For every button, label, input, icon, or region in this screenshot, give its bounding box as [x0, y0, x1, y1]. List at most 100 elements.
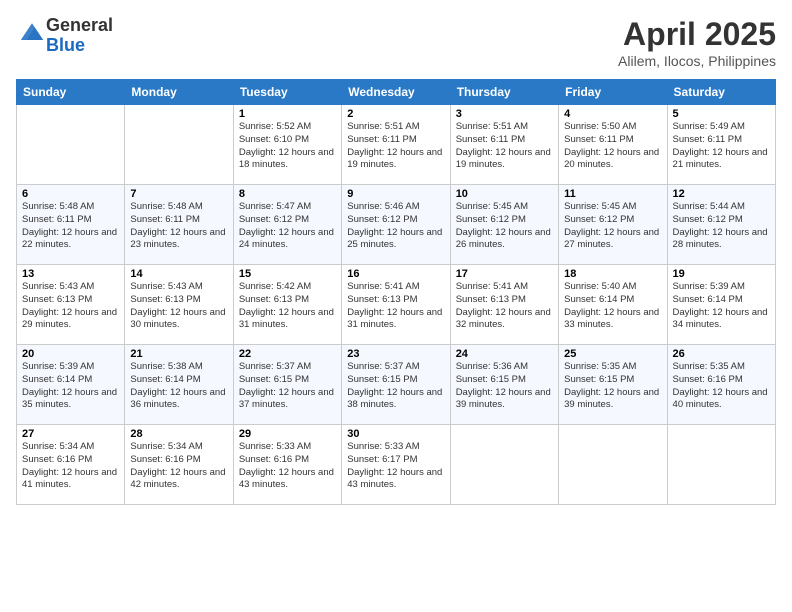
calendar-cell: 22Sunrise: 5:37 AMSunset: 6:15 PMDayligh…: [233, 345, 341, 425]
day-number: 3: [456, 108, 553, 120]
day-number: 14: [130, 268, 227, 280]
day-number: 15: [239, 268, 336, 280]
day-info: Sunrise: 5:45 AMSunset: 6:12 PMDaylight:…: [456, 201, 553, 252]
calendar-cell: 27Sunrise: 5:34 AMSunset: 6:16 PMDayligh…: [17, 425, 125, 505]
day-info: Sunrise: 5:43 AMSunset: 6:13 PMDaylight:…: [22, 281, 119, 332]
day-info: Sunrise: 5:38 AMSunset: 6:14 PMDaylight:…: [130, 361, 227, 412]
day-info: Sunrise: 5:34 AMSunset: 6:16 PMDaylight:…: [130, 441, 227, 492]
day-info: Sunrise: 5:51 AMSunset: 6:11 PMDaylight:…: [347, 121, 444, 172]
logo: General Blue: [16, 16, 113, 56]
day-info: Sunrise: 5:41 AMSunset: 6:13 PMDaylight:…: [347, 281, 444, 332]
day-info: Sunrise: 5:39 AMSunset: 6:14 PMDaylight:…: [22, 361, 119, 412]
week-row-1: 1Sunrise: 5:52 AMSunset: 6:10 PMDaylight…: [17, 105, 776, 185]
week-row-3: 13Sunrise: 5:43 AMSunset: 6:13 PMDayligh…: [17, 265, 776, 345]
calendar-cell: 18Sunrise: 5:40 AMSunset: 6:14 PMDayligh…: [559, 265, 667, 345]
day-number: 2: [347, 108, 444, 120]
col-friday: Friday: [559, 80, 667, 105]
day-number: 1: [239, 108, 336, 120]
col-tuesday: Tuesday: [233, 80, 341, 105]
calendar-cell: 20Sunrise: 5:39 AMSunset: 6:14 PMDayligh…: [17, 345, 125, 425]
calendar-cell: 5Sunrise: 5:49 AMSunset: 6:11 PMDaylight…: [667, 105, 775, 185]
page: General Blue April 2025 Alilem, Ilocos, …: [0, 0, 792, 612]
day-number: 26: [673, 348, 770, 360]
calendar-table: Sunday Monday Tuesday Wednesday Thursday…: [16, 79, 776, 505]
week-row-2: 6Sunrise: 5:48 AMSunset: 6:11 PMDaylight…: [17, 185, 776, 265]
calendar-cell: 11Sunrise: 5:45 AMSunset: 6:12 PMDayligh…: [559, 185, 667, 265]
week-row-5: 27Sunrise: 5:34 AMSunset: 6:16 PMDayligh…: [17, 425, 776, 505]
day-info: Sunrise: 5:46 AMSunset: 6:12 PMDaylight:…: [347, 201, 444, 252]
day-number: 19: [673, 268, 770, 280]
calendar-cell: 14Sunrise: 5:43 AMSunset: 6:13 PMDayligh…: [125, 265, 233, 345]
day-number: 29: [239, 428, 336, 440]
day-info: Sunrise: 5:42 AMSunset: 6:13 PMDaylight:…: [239, 281, 336, 332]
day-info: Sunrise: 5:50 AMSunset: 6:11 PMDaylight:…: [564, 121, 661, 172]
calendar-header-row: Sunday Monday Tuesday Wednesday Thursday…: [17, 80, 776, 105]
calendar-cell: 21Sunrise: 5:38 AMSunset: 6:14 PMDayligh…: [125, 345, 233, 425]
day-number: 8: [239, 188, 336, 200]
calendar-cell: 6Sunrise: 5:48 AMSunset: 6:11 PMDaylight…: [17, 185, 125, 265]
logo-blue: Blue: [46, 35, 85, 55]
day-info: Sunrise: 5:33 AMSunset: 6:16 PMDaylight:…: [239, 441, 336, 492]
col-monday: Monday: [125, 80, 233, 105]
day-number: 16: [347, 268, 444, 280]
day-number: 13: [22, 268, 119, 280]
day-info: Sunrise: 5:52 AMSunset: 6:10 PMDaylight:…: [239, 121, 336, 172]
calendar-cell: 8Sunrise: 5:47 AMSunset: 6:12 PMDaylight…: [233, 185, 341, 265]
logo-text: General Blue: [46, 16, 113, 56]
day-number: 5: [673, 108, 770, 120]
week-row-4: 20Sunrise: 5:39 AMSunset: 6:14 PMDayligh…: [17, 345, 776, 425]
col-sunday: Sunday: [17, 80, 125, 105]
day-info: Sunrise: 5:48 AMSunset: 6:11 PMDaylight:…: [22, 201, 119, 252]
day-info: Sunrise: 5:43 AMSunset: 6:13 PMDaylight:…: [130, 281, 227, 332]
day-number: 27: [22, 428, 119, 440]
calendar-cell: 28Sunrise: 5:34 AMSunset: 6:16 PMDayligh…: [125, 425, 233, 505]
day-info: Sunrise: 5:37 AMSunset: 6:15 PMDaylight:…: [239, 361, 336, 412]
calendar-cell: 2Sunrise: 5:51 AMSunset: 6:11 PMDaylight…: [342, 105, 450, 185]
day-info: Sunrise: 5:33 AMSunset: 6:17 PMDaylight:…: [347, 441, 444, 492]
day-number: 28: [130, 428, 227, 440]
day-info: Sunrise: 5:48 AMSunset: 6:11 PMDaylight:…: [130, 201, 227, 252]
day-info: Sunrise: 5:35 AMSunset: 6:15 PMDaylight:…: [564, 361, 661, 412]
day-number: 23: [347, 348, 444, 360]
calendar-cell: [450, 425, 558, 505]
calendar-cell: [667, 425, 775, 505]
col-saturday: Saturday: [667, 80, 775, 105]
calendar-cell: 4Sunrise: 5:50 AMSunset: 6:11 PMDaylight…: [559, 105, 667, 185]
calendar-cell: 15Sunrise: 5:42 AMSunset: 6:13 PMDayligh…: [233, 265, 341, 345]
day-info: Sunrise: 5:47 AMSunset: 6:12 PMDaylight:…: [239, 201, 336, 252]
day-number: 10: [456, 188, 553, 200]
day-info: Sunrise: 5:44 AMSunset: 6:12 PMDaylight:…: [673, 201, 770, 252]
day-info: Sunrise: 5:51 AMSunset: 6:11 PMDaylight:…: [456, 121, 553, 172]
day-number: 12: [673, 188, 770, 200]
calendar-cell: 26Sunrise: 5:35 AMSunset: 6:16 PMDayligh…: [667, 345, 775, 425]
day-number: 17: [456, 268, 553, 280]
day-info: Sunrise: 5:39 AMSunset: 6:14 PMDaylight:…: [673, 281, 770, 332]
col-wednesday: Wednesday: [342, 80, 450, 105]
day-number: 22: [239, 348, 336, 360]
title-block: April 2025 Alilem, Ilocos, Philippines: [618, 16, 776, 69]
day-info: Sunrise: 5:37 AMSunset: 6:15 PMDaylight:…: [347, 361, 444, 412]
day-info: Sunrise: 5:41 AMSunset: 6:13 PMDaylight:…: [456, 281, 553, 332]
col-thursday: Thursday: [450, 80, 558, 105]
calendar-cell: 10Sunrise: 5:45 AMSunset: 6:12 PMDayligh…: [450, 185, 558, 265]
day-number: 9: [347, 188, 444, 200]
calendar-cell: 3Sunrise: 5:51 AMSunset: 6:11 PMDaylight…: [450, 105, 558, 185]
calendar-cell: 1Sunrise: 5:52 AMSunset: 6:10 PMDaylight…: [233, 105, 341, 185]
day-number: 25: [564, 348, 661, 360]
day-number: 11: [564, 188, 661, 200]
day-info: Sunrise: 5:34 AMSunset: 6:16 PMDaylight:…: [22, 441, 119, 492]
day-number: 7: [130, 188, 227, 200]
day-number: 4: [564, 108, 661, 120]
logo-icon: [18, 19, 46, 47]
header: General Blue April 2025 Alilem, Ilocos, …: [16, 16, 776, 69]
day-number: 18: [564, 268, 661, 280]
day-number: 21: [130, 348, 227, 360]
calendar-cell: [17, 105, 125, 185]
calendar-cell: 30Sunrise: 5:33 AMSunset: 6:17 PMDayligh…: [342, 425, 450, 505]
day-info: Sunrise: 5:40 AMSunset: 6:14 PMDaylight:…: [564, 281, 661, 332]
calendar-cell: 29Sunrise: 5:33 AMSunset: 6:16 PMDayligh…: [233, 425, 341, 505]
day-info: Sunrise: 5:45 AMSunset: 6:12 PMDaylight:…: [564, 201, 661, 252]
calendar-cell: 17Sunrise: 5:41 AMSunset: 6:13 PMDayligh…: [450, 265, 558, 345]
calendar-cell: 12Sunrise: 5:44 AMSunset: 6:12 PMDayligh…: [667, 185, 775, 265]
calendar-cell: 13Sunrise: 5:43 AMSunset: 6:13 PMDayligh…: [17, 265, 125, 345]
